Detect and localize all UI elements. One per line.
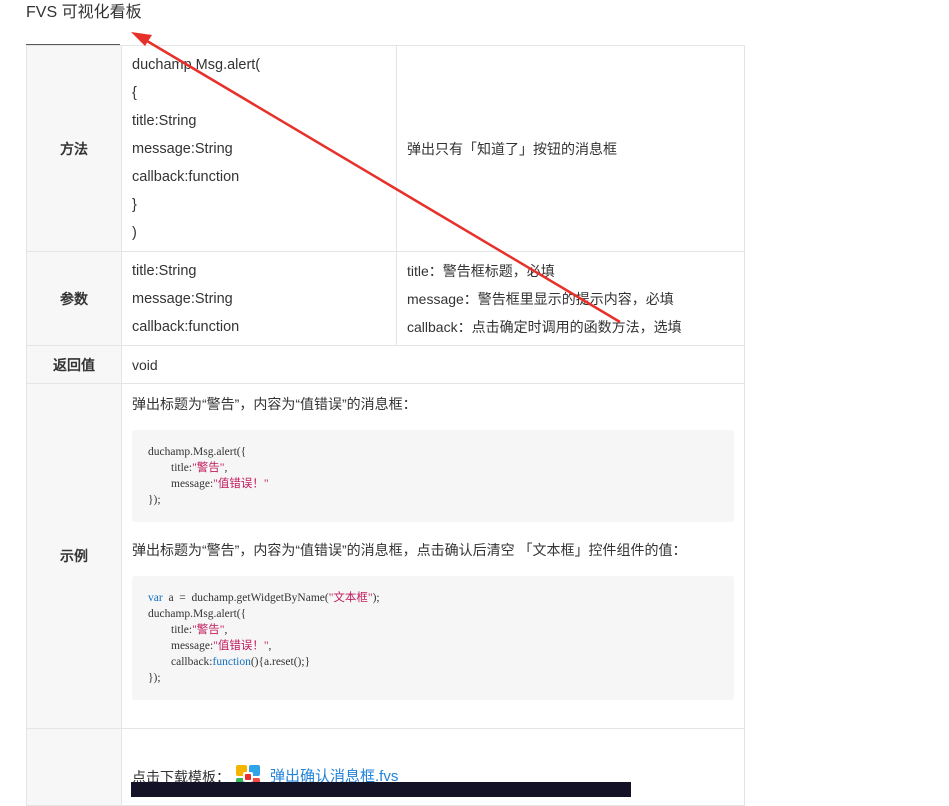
signature-line: ) [132, 224, 137, 241]
code-key: title: [148, 624, 193, 636]
params-label: 参数 [26, 251, 122, 346]
example-content: 弹出标题为“警告”，内容为“值错误”的消息框： duchamp.Msg.aler… [121, 383, 745, 729]
param-name: title:String [132, 262, 197, 279]
code-string: "警告" [192, 462, 225, 474]
code-text: a = duchamp.getWidgetByName( [162, 592, 329, 604]
code-key: message: [148, 478, 214, 490]
code-keyword: var [148, 592, 163, 604]
code-line: }); [148, 494, 161, 506]
method-row: 方法 duchamp.Msg.alert( { title:String mes… [26, 45, 745, 252]
signature-line: } [132, 196, 137, 213]
api-doc-table: 方法 duchamp.Msg.alert( { title:String mes… [26, 45, 745, 806]
return-row: 返回值 void [26, 345, 745, 384]
param-name: message:String [132, 290, 233, 307]
annotation-arrow-head [131, 32, 152, 46]
param-description: title：警告框标题，必填 [407, 262, 555, 279]
code-punct: , [224, 462, 228, 474]
code-line: duchamp.Msg.alert({ [148, 608, 247, 620]
code-keyword: function [212, 656, 251, 668]
params-names: title:String message:String callback:fun… [121, 251, 397, 346]
code-punct: ); [372, 592, 380, 604]
code-string: "值错误！" [213, 640, 269, 652]
code-line: duchamp.Msg.alert({ [148, 446, 247, 458]
param-name: callback:function [132, 318, 240, 335]
code-line: }); [148, 672, 161, 684]
method-description: 弹出只有「知道了」按钮的消息框 [396, 45, 745, 252]
param-description: message：警告框里显示的提示内容，必填 [407, 290, 674, 307]
method-signature: duchamp.Msg.alert( { title:String messag… [121, 45, 397, 252]
params-descriptions: title：警告框标题，必填 message：警告框里显示的提示内容，必填 ca… [396, 251, 745, 346]
return-label: 返回值 [26, 345, 122, 384]
code-text: (){a.reset();} [250, 656, 311, 668]
signature-line: { [132, 84, 137, 101]
code-string: "警告" [192, 624, 225, 636]
signature-line: title:String [132, 112, 197, 129]
example1-text: 弹出标题为“警告”，内容为“值错误”的消息框： [132, 396, 417, 412]
preview-image-strip [131, 782, 631, 797]
example-row: 示例 弹出标题为“警告”，内容为“值错误”的消息框： duchamp.Msg.a… [26, 383, 745, 729]
page-title: FVS 可视化看板 [26, 4, 142, 21]
example2-text: 弹出标题为“警告”，内容为“值错误”的消息框，点击确认后清空 「文本框」控件组件… [132, 542, 687, 558]
code-key: title: [148, 462, 193, 474]
method-label: 方法 [26, 45, 122, 252]
example2-code-block[interactable]: var a = duchamp.getWidgetByName("文本框"); … [132, 576, 734, 700]
signature-line: message:String [132, 140, 233, 157]
download-label [26, 728, 122, 806]
example-label: 示例 [26, 383, 122, 729]
code-string: "文本框" [328, 592, 373, 604]
code-punct: , [268, 640, 272, 652]
code-key: message: [148, 640, 214, 652]
code-string: "值错误！" [213, 478, 269, 490]
code-key: callback: [148, 656, 213, 668]
signature-line: callback:function [132, 168, 240, 185]
code-punct: , [224, 624, 228, 636]
signature-line: duchamp.Msg.alert( [132, 56, 261, 73]
return-value: void [121, 345, 745, 384]
params-row: 参数 title:String message:String callback:… [26, 251, 745, 346]
example1-code-block[interactable]: duchamp.Msg.alert({ title:"警告", message:… [132, 430, 734, 522]
param-description: callback：点击确定时调用的函数方法，选填 [407, 318, 682, 335]
